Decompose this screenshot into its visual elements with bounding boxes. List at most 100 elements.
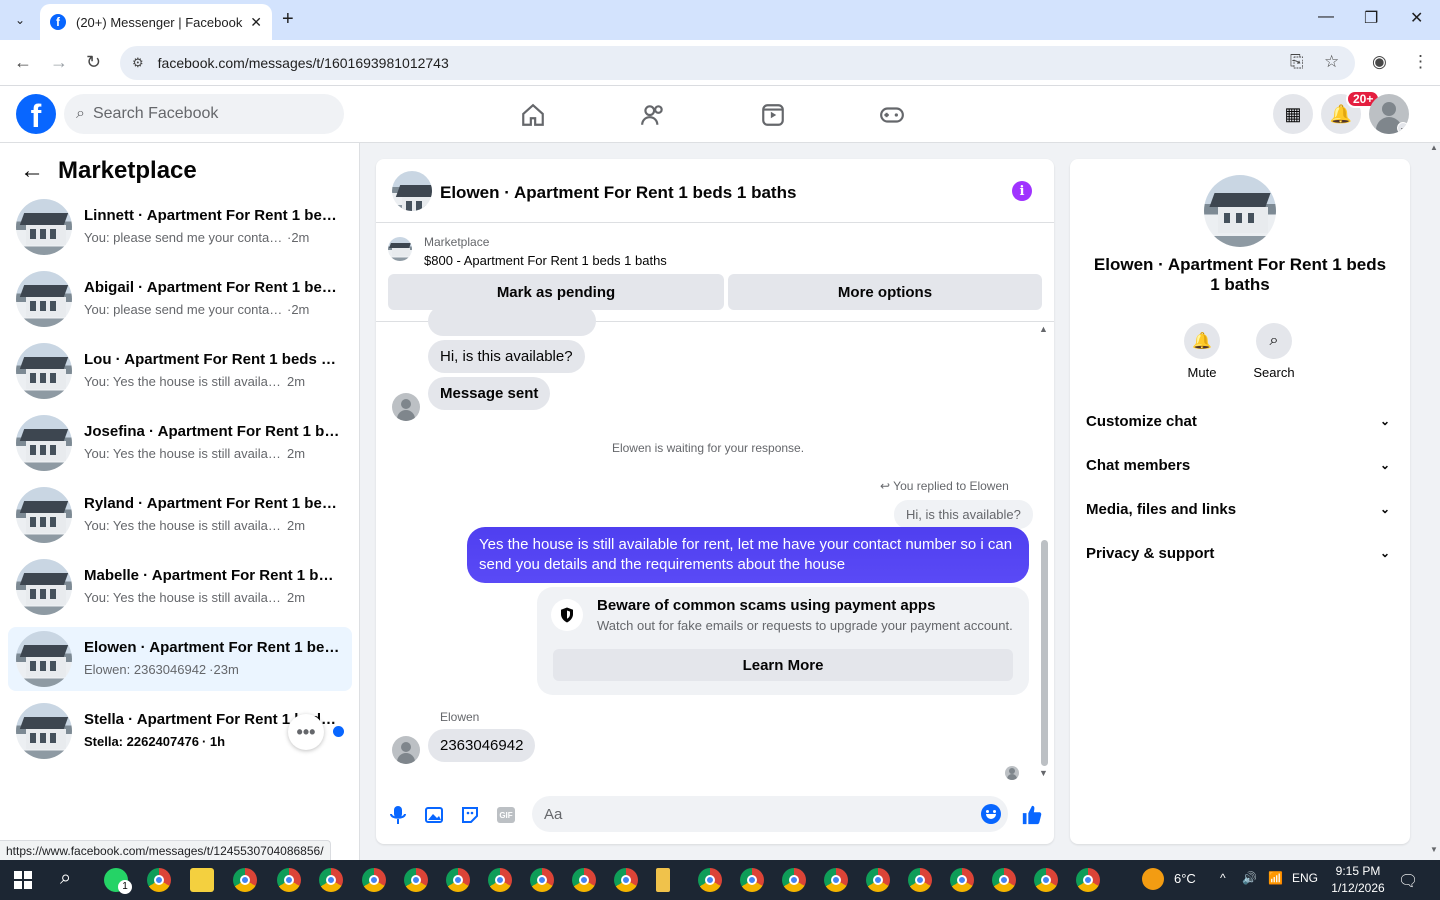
taskbar-search-icon[interactable]: ⌕ <box>60 867 71 890</box>
conversation-info-icon[interactable]: i <box>1012 181 1032 201</box>
conversation-item[interactable]: Josefina · Apartment For Rent 1 beds 1 b… <box>8 411 352 475</box>
show-hidden-icons-icon[interactable]: ^ <box>1220 871 1226 885</box>
sticker-icon[interactable] <box>458 803 482 827</box>
section-media-files-links[interactable]: Media, files and links ⌄ <box>1086 489 1394 529</box>
chrome-icon[interactable] <box>782 868 806 892</box>
browser-tab[interactable]: f (20+) Messenger | Facebook ✕ <box>40 4 272 40</box>
chrome-icon[interactable] <box>908 868 932 892</box>
section-privacy-support[interactable]: Privacy & support ⌄ <box>1086 533 1394 573</box>
scroll-down-icon[interactable]: ▼ <box>1430 845 1438 854</box>
account-avatar[interactable]: ⌄ <box>1369 94 1409 134</box>
chrome-icon[interactable] <box>614 868 638 892</box>
back-arrow-icon[interactable]: ← <box>20 157 44 185</box>
wifi-icon[interactable]: 📶 <box>1268 871 1283 885</box>
site-info-icon[interactable]: ⚙ <box>132 55 144 71</box>
search-in-conversation-button[interactable]: ⌕ Search <box>1244 323 1304 380</box>
emoji-icon[interactable] <box>981 804 1001 824</box>
scroll-down-icon[interactable]: ▼ <box>1039 768 1048 778</box>
facebook-logo-icon[interactable]: f <box>16 94 56 134</box>
notification-center-icon[interactable]: 🗨 <box>1398 871 1418 891</box>
photo-icon[interactable] <box>422 803 446 827</box>
conversation-item[interactable]: Linnett · Apartment For Rent 1 beds 1 ba… <box>8 195 352 259</box>
chat-scrollbar[interactable] <box>1041 540 1048 766</box>
chrome-icon[interactable] <box>446 868 470 892</box>
conversation-item[interactable]: Abigail · Apartment For Rent 1 beds 1 ba… <box>8 267 352 331</box>
conversation-item[interactable]: Lou · Apartment For Rent 1 beds 1 baths Y… <box>8 339 352 403</box>
windows-start-icon[interactable] <box>14 871 32 889</box>
weather-temperature[interactable]: 6°C <box>1174 871 1196 886</box>
conversation-item[interactable]: Mabelle · Apartment For Rent 1 beds 1 ba… <box>8 555 352 619</box>
chrome-icon[interactable] <box>824 868 848 892</box>
details-avatar[interactable] <box>1204 175 1276 247</box>
message-bubble-out[interactable]: Yes the house is still available for ren… <box>467 527 1029 583</box>
chrome-icon[interactable] <box>233 868 257 892</box>
quoted-message[interactable]: Hi, is this available? <box>894 500 1033 529</box>
weather-moon-icon[interactable] <box>1142 868 1164 890</box>
chrome-icon[interactable] <box>488 868 512 892</box>
contact-avatar[interactable] <box>392 736 420 764</box>
chat-avatar[interactable] <box>392 171 432 211</box>
chrome-icon[interactable] <box>319 868 343 892</box>
back-icon[interactable]: ← <box>14 52 32 73</box>
close-tab-icon[interactable]: ✕ <box>250 14 262 31</box>
chrome-icon[interactable] <box>1034 868 1058 892</box>
page-scrollbar[interactable]: ▲ ▼ <box>1428 143 1440 860</box>
bookmark-star-icon[interactable]: ☆ <box>1324 52 1339 72</box>
contact-avatar[interactable] <box>392 393 420 421</box>
microphone-icon[interactable] <box>386 803 410 827</box>
forward-icon[interactable]: → <box>50 52 68 73</box>
scroll-up-icon[interactable]: ▲ <box>1039 324 1048 334</box>
url-bar[interactable]: ⚙ facebook.com/messages/t/16016939810127… <box>120 46 1355 80</box>
home-icon[interactable] <box>520 102 546 128</box>
chrome-icon[interactable] <box>530 868 554 892</box>
minimize-icon[interactable]: — <box>1318 8 1334 26</box>
close-window-icon[interactable]: ✕ <box>1410 8 1423 28</box>
friends-icon[interactable] <box>640 102 666 128</box>
scroll-up-icon[interactable]: ▲ <box>1430 143 1438 152</box>
sticky-notes-icon[interactable] <box>190 868 214 892</box>
chrome-icon[interactable] <box>362 868 386 892</box>
chrome-icon[interactable] <box>740 868 764 892</box>
new-tab-icon[interactable]: + <box>282 8 294 31</box>
message-bubble-in[interactable]: Hi, is this available? <box>428 340 585 373</box>
like-thumb-icon[interactable] <box>1020 803 1044 827</box>
menu-grid-icon[interactable]: ▦ <box>1273 94 1313 134</box>
chrome-icon[interactable] <box>950 868 974 892</box>
volume-icon[interactable]: 🔊 <box>1242 871 1257 885</box>
message-bubble-in[interactable]: Message sent <box>428 377 551 410</box>
more-options-button[interactable]: More options <box>728 274 1042 310</box>
chrome-icon[interactable] <box>992 868 1016 892</box>
gif-icon[interactable]: GIF <box>494 803 518 827</box>
conversation-item[interactable]: Ryland · Apartment For Rent 1 beds 1 bat… <box>8 483 352 547</box>
conversation-item[interactable]: Elowen · Apartment For Rent 1 beds 1 bat… <box>8 627 352 691</box>
chat-title[interactable]: Elowen · Apartment For Rent 1 beds 1 bat… <box>440 183 796 203</box>
chrome-icon[interactable] <box>866 868 890 892</box>
browser-menu-icon[interactable]: ⋮ <box>1412 52 1429 72</box>
conversation-more-options-button[interactable]: ••• <box>288 714 324 750</box>
file-explorer-icon[interactable] <box>656 868 670 892</box>
learn-more-button[interactable]: Learn More <box>553 649 1013 681</box>
message-bubble-in[interactable]: 2363046942 <box>428 729 536 762</box>
facebook-search-input[interactable]: ⌕ Search Facebook <box>64 94 344 134</box>
section-customize-chat[interactable]: Customize chat ⌄ <box>1086 401 1394 441</box>
chrome-icon[interactable] <box>404 868 428 892</box>
clock-date[interactable]: 1/12/2026 <box>1326 881 1390 895</box>
section-chat-members[interactable]: Chat members ⌄ <box>1086 445 1394 485</box>
chrome-icon[interactable] <box>277 868 301 892</box>
chrome-icon[interactable] <box>147 868 171 892</box>
mark-as-pending-button[interactable]: Mark as pending <box>388 274 724 310</box>
install-app-icon[interactable]: ⎘ <box>1290 52 1304 72</box>
mute-button[interactable]: 🔔 Mute <box>1172 323 1232 380</box>
profile-icon[interactable]: ◉ <box>1372 52 1387 72</box>
maximize-icon[interactable]: ❐ <box>1364 8 1378 28</box>
reload-icon[interactable]: ↻ <box>86 52 101 73</box>
language-indicator[interactable]: ENG <box>1292 871 1318 885</box>
chrome-icon[interactable] <box>1076 868 1100 892</box>
tab-search-dropdown-icon[interactable]: ⌄ <box>8 8 32 32</box>
video-icon[interactable] <box>760 102 786 128</box>
message-input[interactable]: Aa <box>532 796 1008 832</box>
gaming-icon[interactable] <box>879 102 905 128</box>
chrome-icon[interactable] <box>698 868 722 892</box>
chrome-icon[interactable] <box>572 868 596 892</box>
clock-time[interactable]: 9:15 PM <box>1330 864 1386 878</box>
